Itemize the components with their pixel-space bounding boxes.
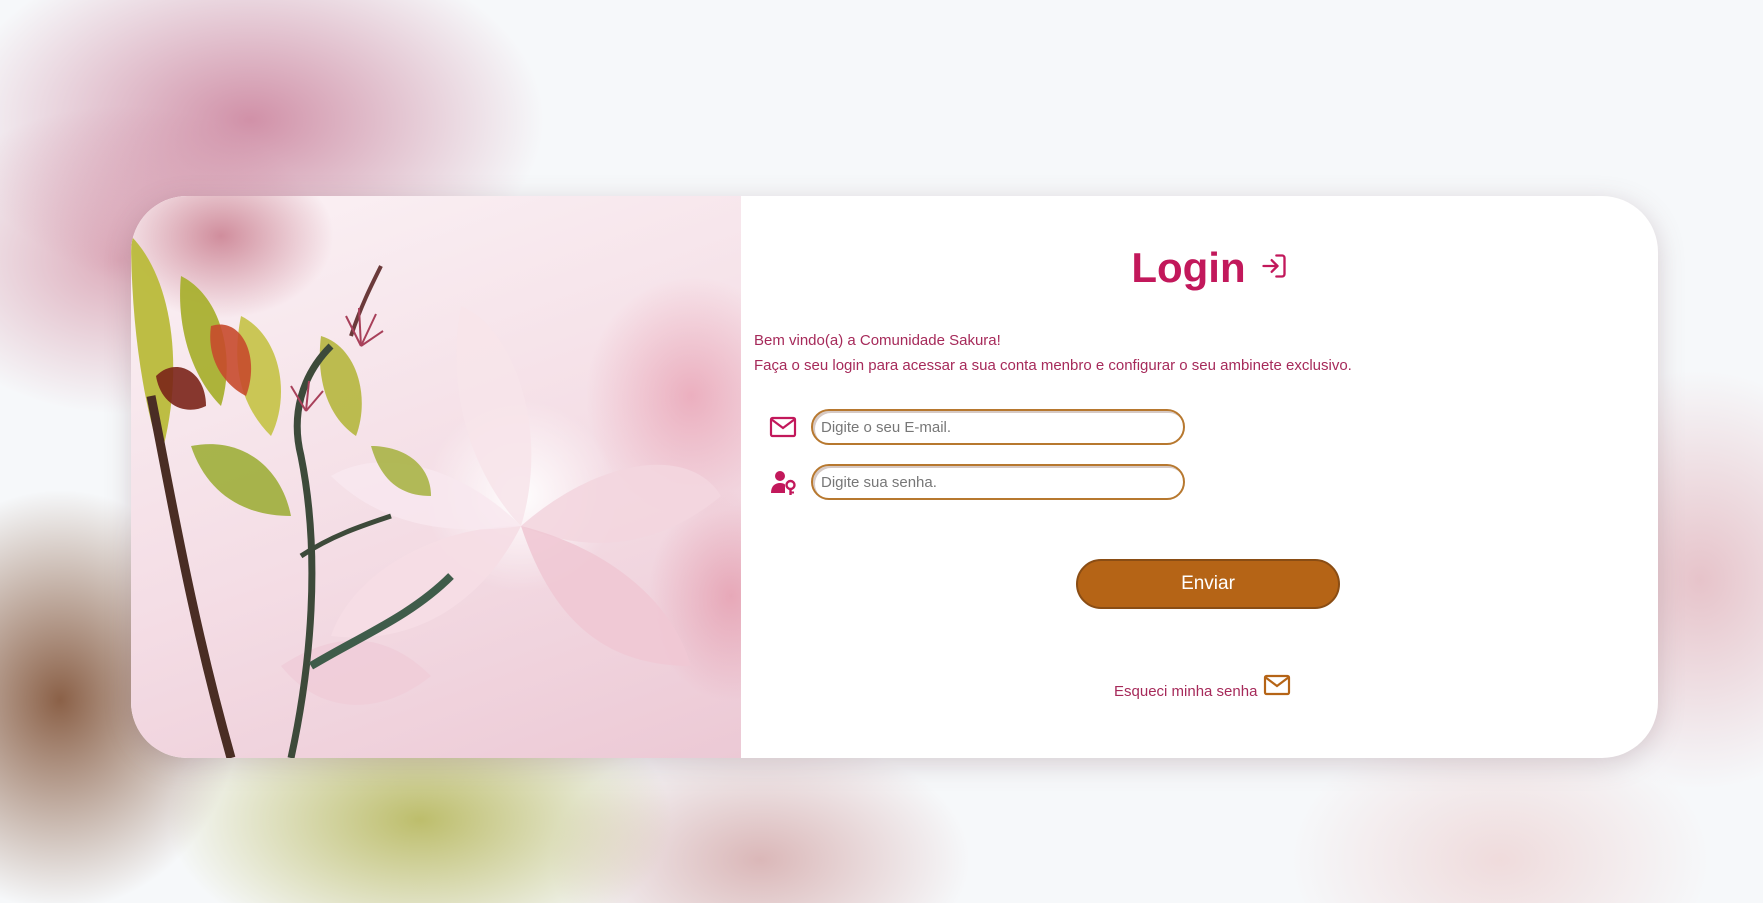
welcome-line: Bem vindo(a) a Comunidade Sakura! <box>754 332 1001 349</box>
welcome-message: Bem vindo(a) a Comunidade Sakura! Faça o… <box>754 328 1352 378</box>
login-header: Login <box>741 244 1658 292</box>
login-arrow-icon <box>1260 252 1288 285</box>
instruction-line: Faça o seu login para acessar a sua cont… <box>754 357 1352 374</box>
login-title: Login <box>1131 244 1246 291</box>
page-background: Login Bem vindo(a) a Comunidade Sakura! … <box>0 0 1763 903</box>
mail-icon <box>769 413 797 441</box>
user-key-icon <box>769 468 797 496</box>
login-card: Login Bem vindo(a) a Comunidade Sakura! … <box>131 196 1658 758</box>
forgot-password-label: Esqueci minha senha <box>1114 683 1258 700</box>
mail-icon <box>1263 674 1291 700</box>
email-field[interactable] <box>811 409 1185 445</box>
password-field[interactable] <box>811 464 1185 500</box>
sakura-flower-photo <box>131 196 741 758</box>
login-form: Login Bem vindo(a) a Comunidade Sakura! … <box>741 196 1658 758</box>
forgot-password-link[interactable]: Esqueci minha senha <box>1114 674 1291 700</box>
email-row <box>769 409 1185 445</box>
password-row <box>769 464 1185 500</box>
submit-button[interactable]: Enviar <box>1076 559 1340 609</box>
